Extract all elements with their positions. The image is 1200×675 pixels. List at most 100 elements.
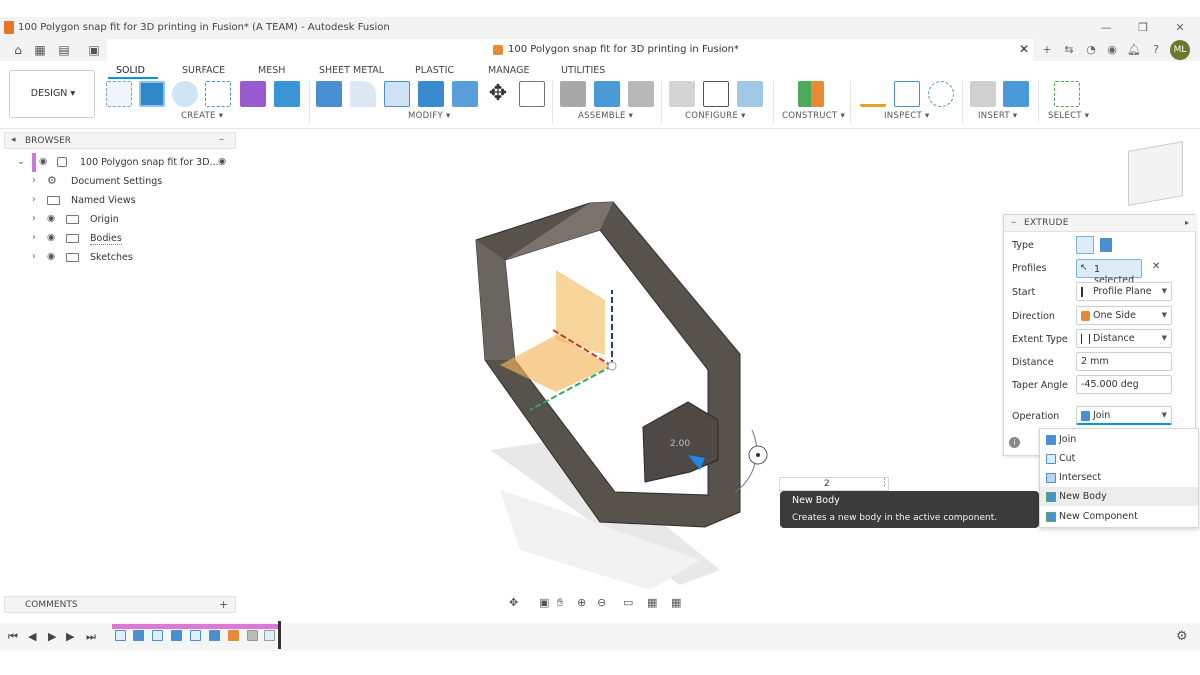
new-component-icon[interactable] — [560, 81, 586, 107]
step-forward-icon[interactable]: ▶ — [66, 630, 74, 643]
tab-solid[interactable]: SOLID — [116, 65, 145, 76]
create-group-label[interactable]: CREATE ▾ — [181, 111, 223, 121]
move-icon[interactable]: ✥ — [485, 81, 511, 107]
direction-select[interactable]: One Side ▼ — [1076, 306, 1172, 325]
look-at-icon[interactable]: ▣ — [539, 596, 549, 609]
insert-derive-icon[interactable] — [970, 81, 996, 107]
tab-utilities[interactable]: UTILITIES — [561, 65, 605, 76]
restore-button[interactable]: ❐ — [1133, 20, 1153, 36]
fillet-icon[interactable] — [350, 81, 376, 107]
timeline-marker[interactable] — [278, 621, 281, 649]
collapse-dialog-icon[interactable]: – — [1011, 217, 1016, 228]
tab-surface[interactable]: SURFACE — [182, 65, 225, 76]
viewports-icon[interactable]: ▦ — [671, 596, 681, 609]
comments-panel[interactable]: COMMENTS + — [4, 596, 236, 613]
add-comment-button[interactable]: + — [219, 598, 228, 611]
go-to-end-icon[interactable]: ⏭︎ — [86, 630, 96, 644]
user-avatar[interactable]: ML — [1170, 40, 1190, 60]
play-icon[interactable]: ▶ — [48, 630, 56, 643]
timeline-draft-item[interactable] — [264, 630, 275, 641]
as-built-joint-icon[interactable] — [628, 81, 654, 107]
section-analysis-icon[interactable] — [894, 81, 920, 107]
document-tab[interactable]: 100 Polygon snap fit for 3D printing in … — [107, 39, 1033, 61]
fit-icon[interactable]: ⊖ — [597, 596, 606, 609]
extrude-icon[interactable] — [139, 81, 165, 107]
option-cut[interactable]: Cut — [1040, 449, 1198, 468]
timeline-extrude-item[interactable] — [133, 630, 144, 641]
new-tab-icon[interactable]: + — [1039, 42, 1055, 58]
combine-icon[interactable] — [418, 81, 444, 107]
expand-dialog-icon[interactable]: ▸ — [1185, 218, 1189, 227]
parameters-icon[interactable] — [519, 81, 545, 107]
timeline-combine-item[interactable] — [247, 630, 258, 641]
option-join[interactable]: Join — [1040, 430, 1198, 449]
option-new-body[interactable]: New Body — [1040, 487, 1198, 506]
taper-angle-field[interactable]: -45.000 deg — [1076, 375, 1172, 394]
clear-selection-icon[interactable]: ✕ — [1152, 261, 1160, 272]
select-icon[interactable] — [1054, 81, 1080, 107]
joint-icon[interactable] — [594, 81, 620, 107]
save-icon[interactable]: ▣ — [86, 42, 102, 58]
timeline-sketch-item[interactable] — [190, 630, 201, 641]
help-icon[interactable]: ? — [1148, 42, 1164, 58]
distance-field[interactable]: 2 mm — [1076, 352, 1172, 371]
timeline-extrude-item[interactable] — [171, 630, 182, 641]
sweep-icon[interactable] — [205, 81, 231, 107]
step-back-icon[interactable]: ◀ — [28, 630, 36, 643]
tab-plastic[interactable]: PLASTIC — [415, 65, 454, 76]
notifications-icon[interactable]: 🔔︎ — [1126, 42, 1142, 58]
operation-select[interactable]: Join ▼ — [1076, 406, 1172, 425]
grid-icon[interactable]: ▦ — [647, 596, 657, 609]
tab-mesh[interactable]: MESH — [258, 65, 285, 76]
timeline-sketch-item[interactable] — [115, 630, 126, 641]
configure-icon[interactable] — [669, 81, 695, 107]
timeline-settings-icon[interactable]: ⚙ — [1176, 629, 1188, 644]
tab-sheet-metal[interactable]: SHEET METAL — [319, 65, 384, 76]
timeline-extrude-item[interactable] — [209, 630, 220, 641]
file-menu-icon[interactable]: ▤ — [56, 42, 72, 58]
close-tab-icon[interactable]: ✕ — [1019, 42, 1029, 56]
create-sketch-icon[interactable] — [106, 81, 132, 107]
inspect-group-label[interactable]: INSPECT ▾ — [884, 111, 930, 121]
box-icon[interactable] — [274, 81, 300, 107]
insert-group-label[interactable]: INSERT ▾ — [978, 111, 1017, 121]
construct-group-label[interactable]: CONSTRUCT ▾ — [782, 111, 845, 121]
minimize-button[interactable]: — — [1096, 20, 1116, 36]
option-intersect[interactable]: Intersect — [1040, 468, 1198, 487]
zoom-icon[interactable]: ⊕ — [577, 596, 586, 609]
job-status-icon[interactable]: ◔ — [1083, 42, 1099, 58]
configuration-table-icon[interactable] — [703, 81, 729, 107]
offset-plane-icon[interactable] — [798, 81, 824, 107]
more-options-icon[interactable]: ⋮ — [880, 478, 889, 488]
modify-group-label[interactable]: MODIFY ▾ — [408, 111, 451, 121]
create-form-icon[interactable] — [240, 81, 266, 107]
pan-icon[interactable]: ✋︎ — [557, 596, 563, 610]
split-body-icon[interactable] — [452, 81, 478, 107]
home-icon[interactable]: ⌂ — [10, 42, 26, 58]
type-thin-button[interactable] — [1100, 238, 1112, 252]
display-settings-icon[interactable]: ▭ — [623, 596, 633, 609]
workspace-switcher[interactable]: DESIGN ▾ — [9, 70, 95, 118]
data-panel-icon[interactable]: ▦ — [32, 42, 48, 58]
info-icon[interactable]: i — [1009, 437, 1020, 448]
press-pull-icon[interactable] — [316, 81, 342, 107]
tab-manage[interactable]: MANAGE — [488, 65, 530, 76]
cloud-icon[interactable]: ◉ — [1104, 42, 1120, 58]
distance-manipulator-input[interactable]: 2 ⋮ — [779, 477, 889, 491]
extent-type-select[interactable]: Distance ▼ — [1076, 329, 1172, 348]
assemble-group-label[interactable]: ASSEMBLE ▾ — [578, 111, 633, 121]
shell-icon[interactable] — [384, 81, 410, 107]
timeline-plane-item[interactable] — [228, 630, 239, 641]
profiles-selection[interactable]: ↖ 1 selected — [1076, 259, 1142, 286]
type-solid-button[interactable] — [1076, 236, 1094, 254]
orbit-icon[interactable]: ✥ — [509, 596, 518, 609]
start-select[interactable]: Profile Plane ▼ — [1076, 282, 1172, 301]
option-new-component[interactable]: New Component — [1040, 507, 1198, 526]
timeline-sketch-item[interactable] — [152, 630, 163, 641]
go-to-start-icon[interactable]: ⏮︎ — [8, 630, 18, 644]
select-group-label[interactable]: SELECT ▾ — [1048, 111, 1089, 121]
view-cube[interactable] — [1128, 141, 1183, 206]
extrude-header[interactable]: – EXTRUDE ▸ — [1004, 215, 1197, 232]
extensions-icon[interactable]: ⇆ — [1061, 42, 1077, 58]
measure-icon[interactable] — [860, 81, 886, 107]
